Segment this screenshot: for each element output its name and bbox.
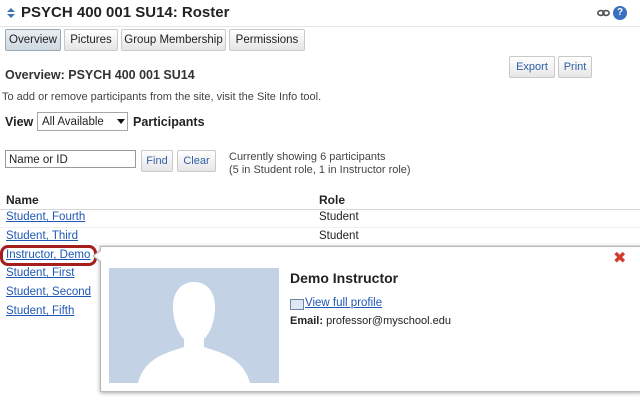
help-icon[interactable]: ?: [613, 6, 627, 20]
overview-heading: Overview: PSYCH 400 001 SU14: [5, 68, 195, 82]
view-full-profile-link[interactable]: View full profile: [305, 297, 382, 309]
participant-link-student-fifth[interactable]: Student, Fifth: [6, 305, 74, 317]
popup-pointer-fill: [94, 251, 101, 261]
find-button[interactable]: Find: [141, 150, 173, 172]
tab-group-membership[interactable]: Group Membership: [121, 29, 226, 51]
participant-count-line2: (5 in Student role, 1 in Instructor role…: [229, 164, 411, 176]
participant-count: Currently showing 6 participants (5 in S…: [229, 151, 411, 177]
avatar: [109, 268, 279, 383]
page-title: PSYCH 400 001 SU14: Roster: [21, 4, 230, 21]
highlight-annotation: [0, 245, 97, 266]
export-button[interactable]: Export: [509, 56, 555, 78]
roster-tool-icon: [7, 8, 15, 18]
tab-pictures[interactable]: Pictures: [64, 29, 118, 51]
participant-link-student-second[interactable]: Student, Second: [6, 286, 91, 298]
email-value: professor@myschool.edu: [326, 315, 451, 327]
email-row: Email: professor@myschool.edu: [290, 315, 451, 327]
profile-card-icon: [290, 299, 304, 310]
participants-label: Participants: [133, 115, 205, 129]
tab-overview[interactable]: Overview: [5, 29, 61, 51]
role-cell: Student: [319, 230, 359, 242]
participant-link-student-first[interactable]: Student, First: [6, 267, 74, 279]
row-divider: [0, 227, 640, 228]
column-header-role[interactable]: Role: [319, 193, 345, 207]
close-icon[interactable]: ✖: [613, 251, 626, 267]
participant-link-student-third[interactable]: Student, Third: [6, 230, 78, 242]
participant-count-line1: Currently showing 6 participants: [229, 151, 386, 163]
popup-person-name: Demo Instructor: [290, 270, 399, 286]
tab-permissions[interactable]: Permissions: [229, 29, 305, 51]
column-header-name[interactable]: Name: [6, 193, 39, 207]
link-icon[interactable]: [597, 7, 610, 19]
clear-button[interactable]: Clear: [177, 150, 216, 172]
view-label: View: [5, 115, 34, 129]
view-select[interactable]: All Available: [37, 112, 128, 131]
email-label: Email:: [290, 315, 324, 327]
chevron-down-icon[interactable]: [117, 119, 125, 124]
site-info-message: To add or remove participants from the s…: [2, 91, 322, 103]
print-button[interactable]: Print: [558, 56, 592, 78]
role-cell: Student: [319, 211, 359, 223]
default-profile-silhouette: [109, 268, 279, 383]
search-input[interactable]: Name or ID: [5, 150, 136, 168]
participant-link-student-fourth[interactable]: Student, Fourth: [6, 211, 85, 223]
